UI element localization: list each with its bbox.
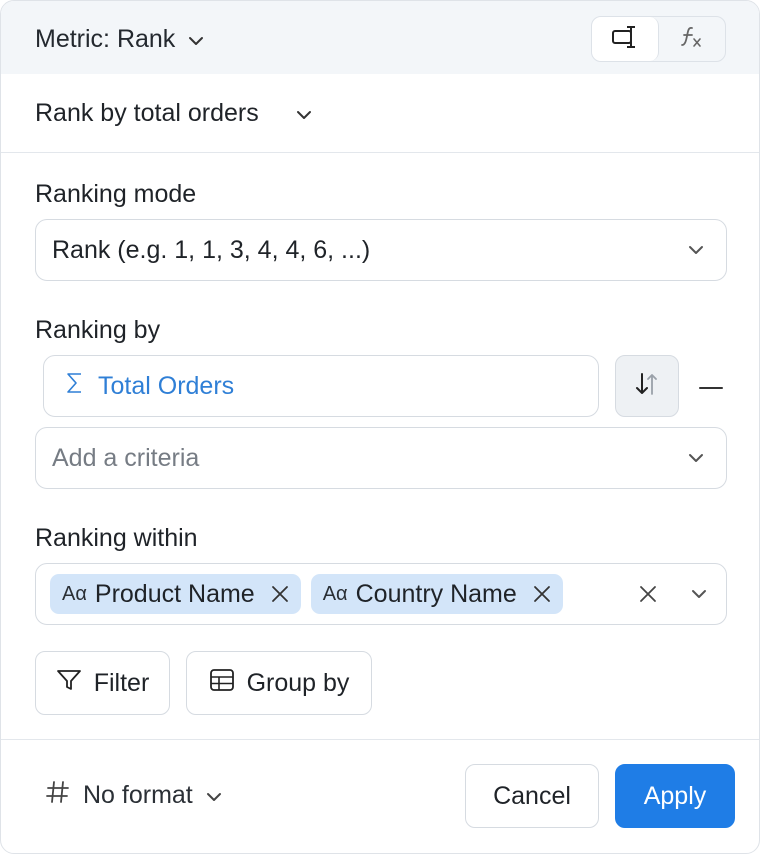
function-fx-icon	[679, 24, 705, 55]
tag-label: Country Name	[355, 579, 517, 608]
ranking-by-label: Ranking by	[35, 316, 161, 344]
cancel-button[interactable]: Cancel	[465, 764, 599, 828]
ranking-within-label: Ranking within	[35, 524, 198, 552]
format-label: No format	[83, 780, 193, 809]
minus-icon	[699, 377, 723, 395]
remove-tag-icon[interactable]	[533, 585, 551, 603]
divider	[1, 739, 759, 740]
column-mode-button[interactable]	[592, 17, 659, 61]
partition-tag: Aα Country Name	[310, 574, 563, 614]
add-criteria-select[interactable]: Add a criteria	[35, 427, 727, 489]
chevron-down-icon	[205, 781, 223, 810]
text-type-icon: Aα	[62, 582, 87, 605]
chevron-down-icon	[672, 588, 726, 600]
filter-button[interactable]: Filter	[35, 651, 170, 715]
ranking-field-chip[interactable]: Total Orders	[43, 355, 599, 417]
column-cursor-icon	[610, 24, 640, 55]
group-by-label: Group by	[246, 668, 350, 697]
ranking-mode-value: Rank (e.g. 1, 1, 3, 4, 4, 6, ...)	[52, 235, 371, 264]
chevron-down-icon	[666, 452, 726, 464]
group-by-button[interactable]: Group by	[186, 651, 372, 715]
remove-tag-icon[interactable]	[271, 585, 289, 603]
tag-label: Product Name	[94, 579, 255, 608]
chevron-down-icon	[187, 25, 205, 54]
mode-toggle	[591, 16, 726, 62]
add-criteria-placeholder: Add a criteria	[52, 443, 200, 472]
sort-desc-icon	[633, 370, 661, 403]
cancel-label: Cancel	[493, 781, 571, 810]
format-dropdown[interactable]: No format	[45, 777, 223, 813]
filter-icon	[56, 668, 82, 699]
table-icon	[209, 668, 235, 699]
apply-label: Apply	[643, 781, 707, 810]
ranking-field-name: Total Orders	[98, 371, 235, 400]
rank-metric-panel: Metric: Rank Rank by total orders Rankin…	[0, 0, 760, 854]
chevron-down-icon	[666, 244, 726, 256]
apply-button[interactable]: Apply	[615, 764, 735, 828]
metric-name-dropdown[interactable]: Rank by total orders	[35, 96, 313, 130]
chevron-down-icon	[295, 99, 313, 128]
ranking-mode-label: Ranking mode	[35, 180, 197, 208]
hash-icon	[45, 779, 71, 812]
clear-all-icon[interactable]	[638, 584, 662, 604]
metric-type-dropdown[interactable]: Metric: Rank	[35, 23, 205, 55]
panel-header: Metric: Rank	[1, 1, 759, 74]
divider	[1, 152, 759, 153]
sort-direction-button[interactable]	[615, 355, 679, 417]
ranking-within-multiselect[interactable]: Aα Product Name Aα Country Name	[35, 563, 727, 625]
metric-type-label: Metric: Rank	[35, 24, 176, 53]
remove-criteria-button[interactable]	[695, 371, 727, 401]
formula-mode-button[interactable]	[659, 17, 725, 61]
sigma-icon	[66, 372, 84, 401]
metric-name: Rank by total orders	[35, 98, 259, 127]
filter-label: Filter	[93, 668, 150, 697]
text-type-icon: Aα	[322, 582, 348, 605]
partition-tag: Aα Product Name	[50, 574, 301, 614]
ranking-mode-select[interactable]: Rank (e.g. 1, 1, 3, 4, 4, 6, ...)	[35, 219, 727, 281]
